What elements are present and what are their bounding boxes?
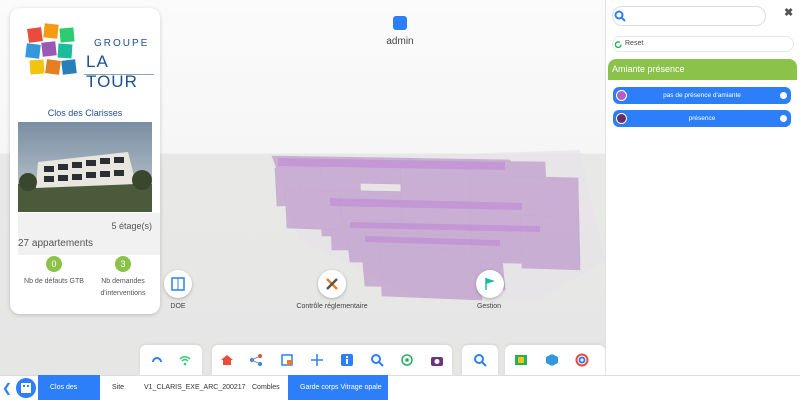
legend-label: présence	[688, 115, 716, 122]
gtb-defects-label: Nb de défauts GTB	[24, 278, 84, 285]
panel-search-input[interactable]	[630, 9, 760, 23]
project-title: Clos des Clarisses	[47, 108, 123, 118]
legend-label: pas de présence d'amiante	[663, 92, 741, 99]
user-icon[interactable]	[393, 16, 407, 30]
toolbar-main	[212, 345, 452, 375]
cloud-sync-icon[interactable]	[150, 353, 164, 367]
section-header: Amiante présence	[608, 59, 797, 80]
floorplan-icon	[171, 277, 185, 291]
controle-reglementaire-label: Contrôle réglementaire	[296, 303, 368, 310]
move-icon[interactable]	[310, 353, 324, 367]
remove-icon[interactable]	[780, 115, 787, 122]
filter-panel	[605, 0, 800, 375]
legend-item-no-asbestos[interactable]: pas de présence d'amiante	[613, 87, 791, 104]
network-icon[interactable]	[400, 353, 414, 367]
breadcrumb-project[interactable]: Clos des clarisses	[38, 375, 100, 400]
map-icon[interactable]	[514, 353, 528, 367]
reset-label: Reset	[625, 40, 644, 47]
breadcrumb-level[interactable]: Combles	[240, 375, 288, 400]
doe-button[interactable]	[164, 270, 192, 298]
flag-icon	[485, 278, 495, 290]
zoom-search-icon[interactable]	[473, 353, 487, 367]
crop-icon[interactable]	[280, 353, 294, 367]
legend-color-swatch	[616, 90, 627, 101]
info-icon[interactable]	[340, 353, 354, 367]
cube-icon[interactable]	[545, 353, 559, 367]
wifi-icon[interactable]	[178, 353, 192, 367]
refresh-icon	[614, 41, 622, 49]
breadcrumb-site[interactable]: Site	[100, 375, 132, 400]
gestion-label: Gestion	[476, 303, 502, 310]
logo-text-bottom: LA TOUR	[86, 52, 138, 91]
share-icon[interactable]	[249, 353, 263, 367]
home-icon[interactable]	[220, 353, 234, 367]
breadcrumb-object[interactable]: Garde corps Vitrage opale	[288, 375, 388, 400]
logo-divider	[84, 74, 154, 75]
remove-icon[interactable]	[780, 92, 787, 99]
target-icon[interactable]	[575, 353, 589, 367]
gtb-defects-badge[interactable]: 0	[46, 256, 62, 272]
camera-icon[interactable]	[430, 353, 444, 367]
breadcrumb-model[interactable]: V1_CLARIS_EXE_ARC_200217	[132, 375, 246, 400]
close-icon[interactable]: ✖	[784, 6, 793, 19]
search-icon	[614, 10, 626, 22]
intervention-requests-badge[interactable]: 3	[115, 256, 131, 272]
doe-label: DOE	[170, 303, 186, 310]
building-info-card: GROUPE LA TOUR Clos des Clarisses 5 étag…	[10, 8, 160, 314]
back-arrow-icon[interactable]: ❮	[2, 381, 12, 395]
home-building-icon[interactable]	[16, 378, 36, 398]
building-photo	[18, 122, 152, 212]
logo-text-top: GROUPE	[94, 38, 150, 49]
tools-icon	[326, 278, 338, 290]
gestion-button[interactable]	[476, 270, 504, 298]
apartments-count: 27 appartements	[18, 238, 94, 249]
user-name[interactable]: admin	[370, 36, 430, 47]
legend-color-swatch	[616, 113, 627, 124]
legend-item-asbestos-present[interactable]: présence	[613, 110, 791, 127]
floors-count: 5 étage(s)	[111, 221, 152, 231]
intervention-requests-label: Nb demandes d'interventions	[100, 278, 146, 297]
search-icon[interactable]	[370, 353, 384, 367]
controle-reglementaire-button[interactable]	[318, 270, 346, 298]
